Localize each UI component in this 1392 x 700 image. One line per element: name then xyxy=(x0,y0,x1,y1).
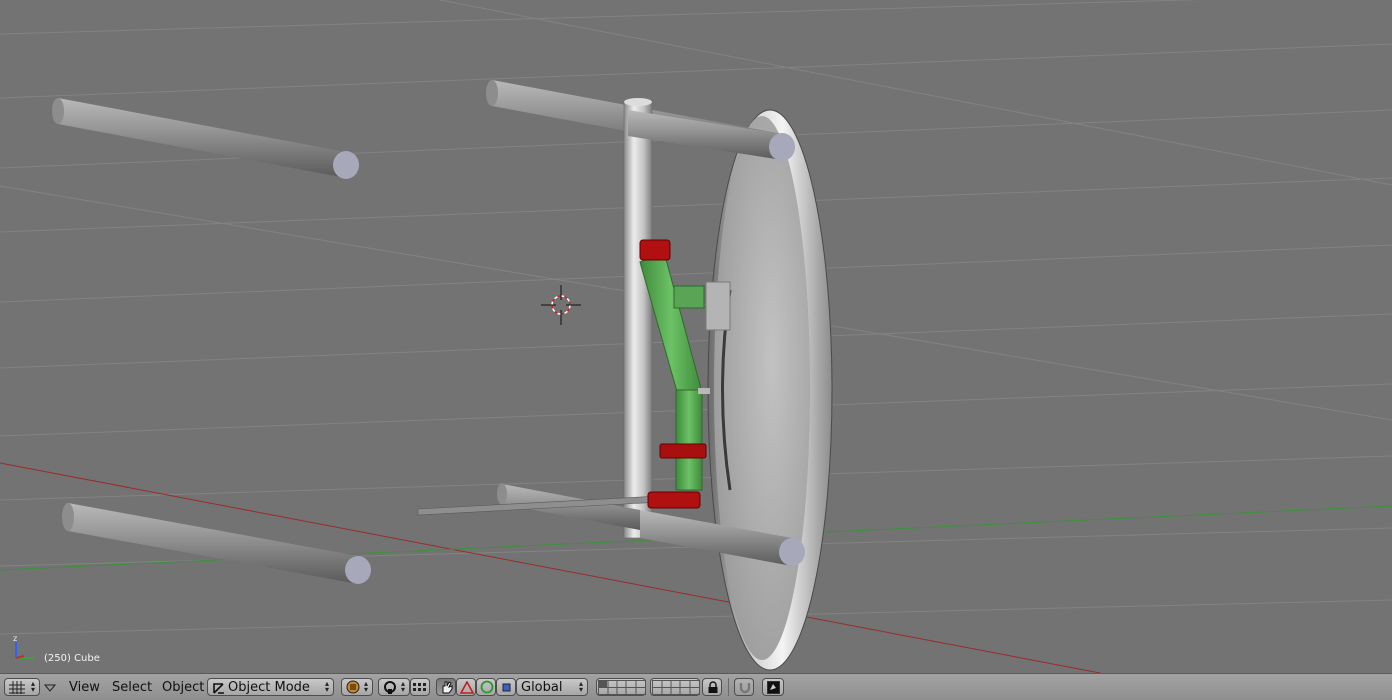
magnet-icon xyxy=(739,683,751,694)
scale-box-icon xyxy=(502,683,511,692)
render-button[interactable] xyxy=(762,678,784,696)
3d-viewport[interactable]: z (250) Cube xyxy=(0,0,1392,673)
pivot-align-button[interactable] xyxy=(410,678,430,696)
mode-dropdown[interactable]: Object Mode ▴ ▾ xyxy=(207,678,334,696)
layer-grid-icon xyxy=(652,680,700,695)
scale-manipulator-button[interactable] xyxy=(496,678,516,696)
rod-upper-left xyxy=(52,98,359,179)
translate-manipulator-button[interactable] xyxy=(456,678,476,696)
pivot-point-icon xyxy=(384,681,396,694)
menu-object[interactable]: Object xyxy=(162,680,204,695)
editor-type-button[interactable]: ▴ ▾ xyxy=(4,678,40,696)
menu-view[interactable]: View xyxy=(69,680,100,695)
orientation-dropdown-label: Global xyxy=(521,680,563,695)
viewport-header: ▴ ▾ View Select Object Object Mode ▴ ▾ ▴ ▾ … xyxy=(0,673,1392,700)
hand-icon xyxy=(442,681,453,694)
render-icon xyxy=(767,681,780,694)
viewport-shading-button[interactable]: ▴ ▾ xyxy=(341,678,373,696)
pivot-point-button[interactable]: ▴ ▾ xyxy=(378,678,410,696)
lock-layers-button[interactable] xyxy=(702,678,722,696)
menu-select[interactable]: Select xyxy=(112,680,152,695)
spinner-arrows-icon: ▴ ▾ xyxy=(30,679,35,694)
rotate-manipulator-button[interactable] xyxy=(476,678,496,696)
grid-icon xyxy=(9,681,25,694)
active-object-status: (250) Cube xyxy=(44,653,100,664)
manipulator-toggle-button[interactable] xyxy=(436,678,456,696)
solid-shading-icon xyxy=(346,680,360,694)
align-points-icon xyxy=(413,683,426,691)
layer-grid-icon xyxy=(598,680,646,695)
wheel-disc xyxy=(705,109,833,671)
lock-icon xyxy=(708,681,718,693)
snap-toggle-button[interactable] xyxy=(734,678,754,696)
vertical-post xyxy=(623,98,653,539)
menu-collapse-triangle-icon[interactable] xyxy=(44,684,56,692)
3d-scene[interactable] xyxy=(0,0,1392,673)
3d-cursor xyxy=(541,285,581,325)
spinner-arrows-icon: ▴ ▾ xyxy=(363,679,368,694)
spinner-arrows-icon: ▴ ▾ xyxy=(578,679,583,694)
rod-lower-left xyxy=(62,503,371,584)
header-separator xyxy=(728,678,729,696)
axis-label-z: z xyxy=(13,634,17,643)
object-mode-icon xyxy=(213,683,224,694)
layers-group-1[interactable] xyxy=(596,678,646,696)
spinner-arrows-icon: ▴ ▾ xyxy=(324,679,329,694)
mode-dropdown-label: Object Mode xyxy=(228,680,310,695)
layers-group-2[interactable] xyxy=(650,678,700,696)
spinner-arrows-icon: ▴ ▾ xyxy=(400,679,405,694)
translate-arrow-icon xyxy=(460,681,474,694)
axis-orientation-widget: z xyxy=(13,634,34,659)
orientation-dropdown[interactable]: Global ▴ ▾ xyxy=(516,678,588,696)
rotate-circle-icon xyxy=(480,680,494,694)
